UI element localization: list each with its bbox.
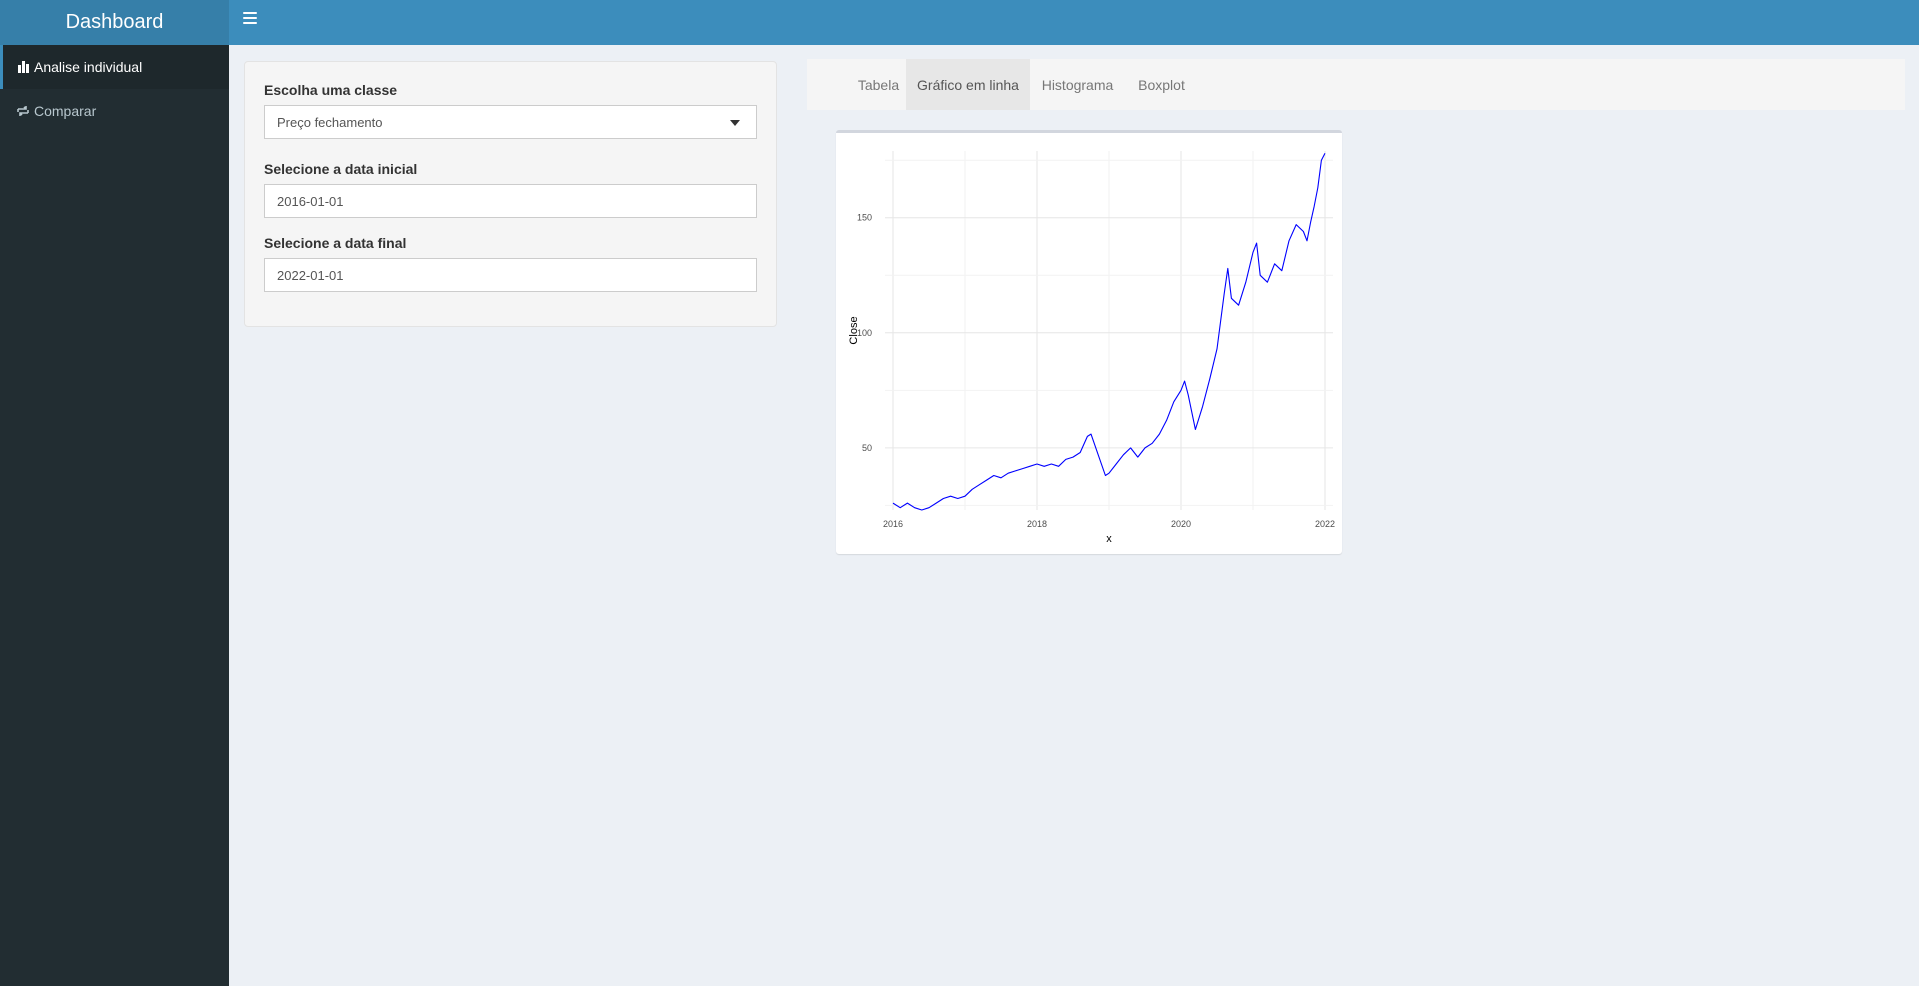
tab-grafico-em-linha[interactable]: Gráfico em linha [906, 59, 1030, 110]
x-axis-label: x [1106, 533, 1112, 545]
sidebar: Analise individual Comparar [0, 45, 229, 986]
y-tick-label: 50 [862, 443, 872, 453]
chart-card: 2016 2018 2020 2022 50 100 150 x Close [836, 130, 1342, 554]
end-date-input[interactable]: 2022-01-01 [264, 258, 757, 292]
x-tick-label: 2018 [1027, 519, 1047, 529]
tab-boxplot[interactable]: Boxplot [1125, 59, 1198, 110]
x-tick-label: 2016 [883, 519, 903, 529]
end-date-value: 2022-01-01 [277, 267, 344, 283]
x-tick-label: 2022 [1315, 519, 1335, 529]
class-select-label: Escolha uma classe [264, 82, 398, 98]
y-tick-label: 150 [857, 213, 872, 223]
start-date-value: 2016-01-01 [277, 193, 344, 209]
x-tick-label: 2020 [1171, 519, 1191, 529]
sidebar-item-comparar[interactable]: Comparar [0, 89, 229, 133]
exchange-icon [17, 106, 29, 116]
sidebar-item-analise-individual[interactable]: Analise individual [0, 45, 229, 89]
tab-histograma[interactable]: Histograma [1030, 59, 1125, 110]
top-navbar [229, 0, 1919, 45]
sidebar-item-label: Analise individual [34, 59, 143, 75]
start-date-input[interactable]: 2016-01-01 [264, 184, 757, 218]
app-logo-title[interactable]: Dashboard [0, 0, 229, 45]
class-select-value: Preço fechamento [277, 114, 383, 130]
bar-chart-icon [18, 61, 29, 73]
tab-tabela[interactable]: Tabela [844, 59, 913, 110]
y-axis-label: Close [848, 316, 860, 344]
tab-bar: Tabela Gráfico em linha Histograma Boxpl… [807, 59, 1905, 110]
input-panel: Escolha uma classe Preço fechamento Sele… [244, 61, 777, 327]
class-select[interactable]: Preço fechamento [264, 105, 757, 139]
end-date-label: Selecione a data final [264, 235, 407, 251]
line-chart: 2016 2018 2020 202250100150xClose [848, 151, 1335, 545]
sidebar-toggle-icon[interactable] [243, 12, 257, 26]
chevron-down-icon [730, 120, 740, 126]
sidebar-item-label: Comparar [34, 103, 97, 119]
start-date-label: Selecione a data inicial [264, 161, 418, 177]
